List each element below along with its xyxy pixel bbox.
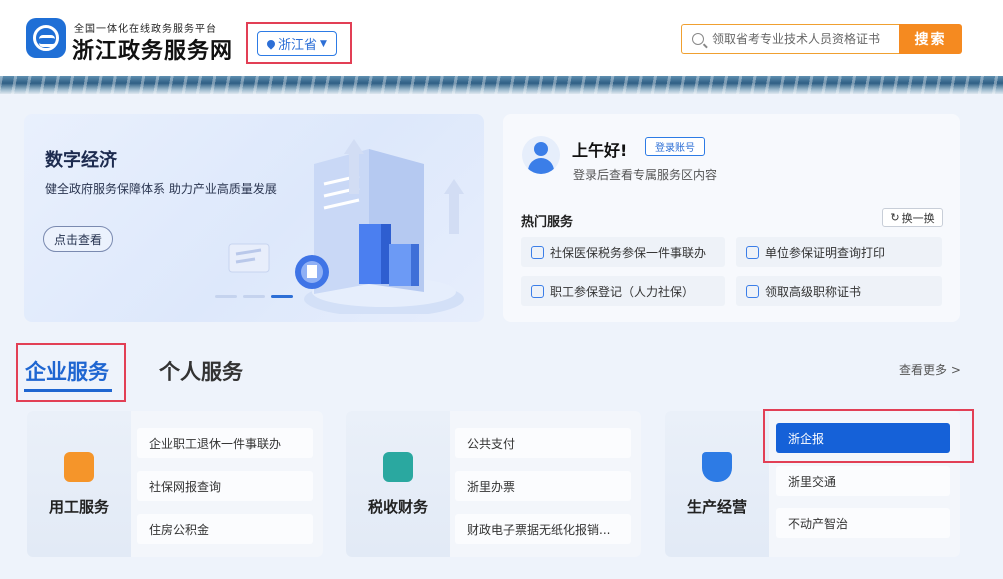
certificate-icon <box>746 284 759 298</box>
brand-title[interactable]: 浙江政务服务网 <box>72 33 233 65</box>
refresh-button[interactable]: ↻ 换一换 <box>882 208 943 227</box>
service-item[interactable]: 浙里办票 <box>455 471 631 501</box>
carousel-dot[interactable] <box>215 295 237 298</box>
avatar-icon <box>522 136 560 174</box>
service-item[interactable]: 财政电子票据无纸化报销... <box>455 514 631 544</box>
service-card-employment: 用工服务 企业职工退休一件事联办 社保网报查询 住房公积金 <box>27 411 323 557</box>
hot-service-item[interactable]: 领取高级职称证书 <box>736 276 942 306</box>
service-item[interactable]: 企业职工退休一件事联办 <box>137 428 313 458</box>
hot-service-item[interactable]: 社保医保税务参保一件事联办 <box>521 237 725 267</box>
card-category[interactable]: 用工服务 <box>27 411 131 557</box>
service-item[interactable]: 社保网报查询 <box>137 471 313 501</box>
site-logo-icon[interactable] <box>26 18 66 58</box>
caret-down-icon: ▼ <box>320 38 327 49</box>
active-tab-underline <box>24 389 112 392</box>
banner-title: 数字经济 <box>45 150 117 171</box>
card-category-label: 用工服务 <box>48 497 109 516</box>
shield-icon <box>702 451 732 482</box>
refresh-label: 换一换 <box>901 211 935 225</box>
carousel-dot-active[interactable] <box>271 295 293 298</box>
site-header: 全国一体化在线政务服务平台 浙江政务服务网 浙江省 ▼ 搜索 <box>0 0 1003 76</box>
banner-view-button[interactable]: 点击查看 <box>43 226 113 252</box>
briefcase-icon <box>64 451 94 482</box>
service-item[interactable]: 不动产智治 <box>776 508 950 538</box>
card-category-label: 生产经营 <box>686 497 747 516</box>
card-category[interactable]: 税收财务 <box>346 411 450 557</box>
promo-banner[interactable]: 数字经济 健全政府服务保障体系 助力产业高质量发展 点击查看 <box>24 114 484 322</box>
hot-service-label: 单位参保证明查询打印 <box>765 245 886 260</box>
location-pin-icon <box>265 37 277 50</box>
region-label: 浙江省 <box>278 38 318 53</box>
login-tip: 登录后查看专属服务区内容 <box>573 168 718 182</box>
hot-service-item[interactable]: 职工参保登记（人力社保） <box>521 276 725 306</box>
card-category[interactable]: 生产经营 <box>665 411 769 557</box>
region-selector[interactable]: 浙江省 ▼ <box>257 31 337 56</box>
carousel-indicator <box>215 295 293 298</box>
search-box <box>681 24 900 54</box>
refresh-icon: ↻ <box>890 211 900 224</box>
service-card-tax-finance: 税收财务 公共支付 浙里办票 财政电子票据无纸化报销... <box>346 411 641 557</box>
hot-services-title: 热门服务 <box>521 215 574 230</box>
hot-service-label: 领取高级职称证书 <box>765 284 862 299</box>
tab-personal-services[interactable]: 个人服务 <box>159 356 243 386</box>
hot-service-label: 职工参保登记（人力社保） <box>550 284 695 299</box>
hot-service-label: 社保医保税务参保一件事联办 <box>550 245 707 260</box>
sea-wave-banner <box>0 76 1003 94</box>
greeting-text: 上午好! <box>572 141 628 160</box>
service-item[interactable]: 浙里交通 <box>776 466 950 496</box>
user-panel: 上午好! 登录账号 登录后查看专属服务区内容 热门服务 ↻ 换一换 社保医保税务… <box>503 114 960 322</box>
view-more-link[interactable]: 查看更多 > <box>899 361 961 378</box>
login-button[interactable]: 登录账号 <box>645 137 705 156</box>
service-item[interactable]: 住房公积金 <box>137 514 313 544</box>
search-icon <box>692 33 704 45</box>
data-chart-illustration <box>228 139 464 314</box>
tab-enterprise-services[interactable]: 企业服务 <box>25 356 109 386</box>
search-button[interactable]: 搜索 <box>899 24 962 54</box>
search-input[interactable] <box>712 32 892 46</box>
card-category-label: 税收财务 <box>367 497 428 516</box>
hot-service-item[interactable]: 单位参保证明查询打印 <box>736 237 942 267</box>
user-icon <box>531 284 544 298</box>
service-item[interactable]: 公共支付 <box>455 428 631 458</box>
item-highlight-box <box>763 409 974 463</box>
print-icon <box>746 245 759 259</box>
tax-icon <box>383 451 413 482</box>
shield-icon <box>531 245 544 259</box>
carousel-dot[interactable] <box>243 295 265 298</box>
